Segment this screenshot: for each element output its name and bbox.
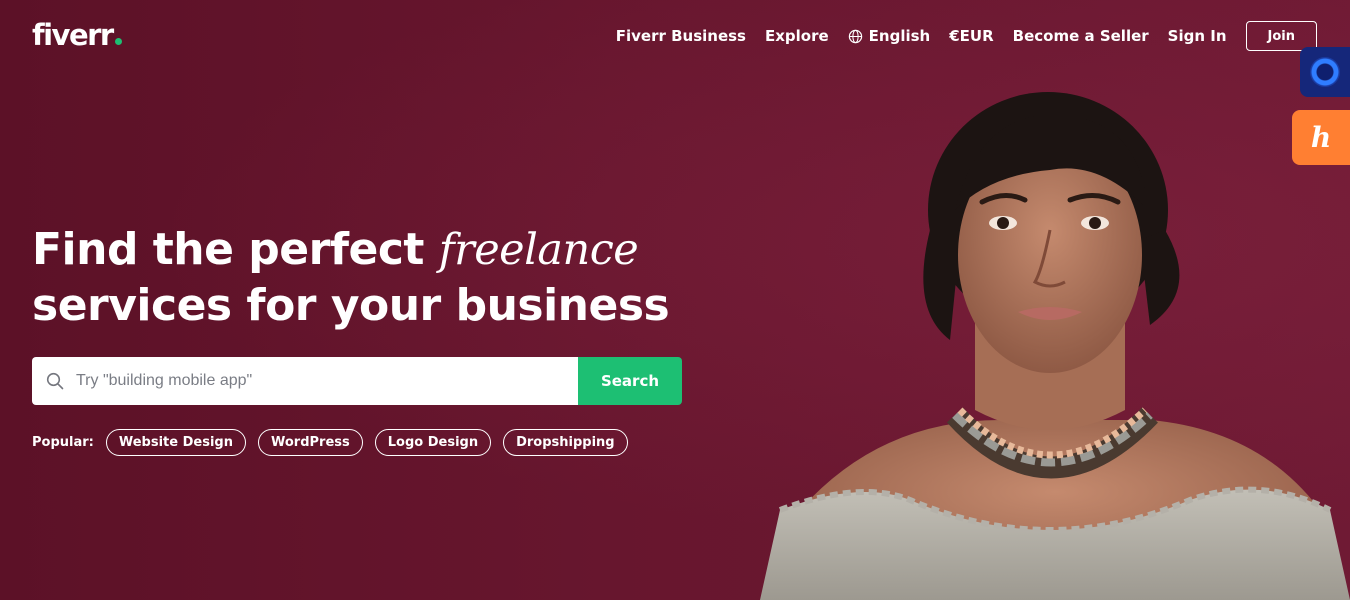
top-nav: Fiverr Business Explore English €EUR Bec… [616,21,1317,51]
hero-headline: Find the perfect freelance services for … [32,222,670,334]
popular-tag-logo-design[interactable]: Logo Design [374,429,492,456]
popular-label: Popular: [32,435,94,450]
logo-text: fiverr [32,18,114,52]
search-bar: Search [32,357,682,405]
popular-tags: Popular: Website Design WordPress Logo D… [32,429,628,456]
nav-currency[interactable]: €EUR [949,27,993,45]
nav-language[interactable]: English [848,27,931,45]
nav-fiverr-business[interactable]: Fiverr Business [616,27,746,45]
popular-tag-wordpress[interactable]: WordPress [257,429,363,456]
headline-accent-word: freelance [438,225,639,275]
hero-person-image [760,92,1350,600]
popular-tag-dropshipping[interactable]: Dropshipping [503,429,628,456]
nav-sign-in[interactable]: Sign In [1168,27,1227,45]
headline-line2: services for your business [32,280,670,331]
search-button[interactable]: Search [578,357,682,405]
search-input[interactable] [76,372,536,390]
popular-tag-website-design[interactable]: Website Design [105,429,246,456]
globe-icon [848,29,862,43]
nav-become-seller[interactable]: Become a Seller [1013,27,1149,45]
ring-icon [1310,57,1340,87]
search-field [32,357,578,405]
language-label: English [868,27,931,45]
search-icon [46,372,64,390]
headline-line1-prefix: Find the perfect [32,224,424,275]
nav-explore[interactable]: Explore [765,27,829,45]
fiverr-logo[interactable]: fiverr [32,18,122,52]
logo-dot [114,38,122,45]
